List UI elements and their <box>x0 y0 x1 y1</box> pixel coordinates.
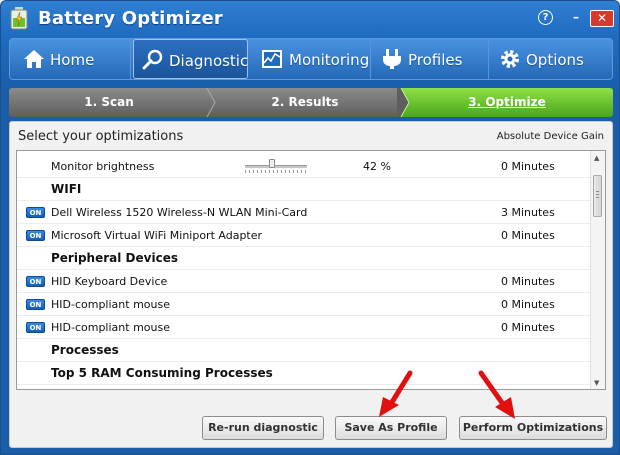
scroll-up-arrow-icon[interactable]: ▲ <box>594 154 599 162</box>
list-item[interactable]: ON HID-compliant mouse 0 Minutes <box>17 293 591 316</box>
annotation-arrow-icon <box>379 370 413 417</box>
list-item[interactable]: ON HID Keyboard Device 0 Minutes <box>17 270 591 293</box>
step-scan[interactable]: 1. Scan <box>9 88 209 117</box>
rerun-diagnostic-button[interactable]: Re-run diagnostic <box>202 416 324 440</box>
list-item[interactable]: ON Dell Wireless 1520 Wireless-N WLAN Mi… <box>17 201 591 224</box>
item-name: Monitor brightness <box>51 160 155 173</box>
section-title: WIFI <box>51 182 82 196</box>
tab-options-label: Options <box>526 51 584 69</box>
section-title: Peripheral Devices <box>51 251 178 265</box>
chart-icon <box>262 50 282 68</box>
tab-diagnostic[interactable]: Diagnostic <box>133 39 248 79</box>
item-gain: 3 Minutes <box>501 206 555 219</box>
gear-icon <box>501 50 519 68</box>
gain-column-header: Absolute Device Gain <box>496 131 604 142</box>
home-icon <box>24 50 44 68</box>
item-gain: 0 Minutes <box>501 160 555 173</box>
app-window: Battery Optimizer ? – ✕ Home Diagnostic <box>0 0 620 455</box>
optimizations-panel: Select your optimizations Absolute Devic… <box>9 121 613 448</box>
list-section-header: Peripheral Devices <box>17 247 591 270</box>
item-gain: 0 Minutes <box>501 229 555 242</box>
close-button[interactable]: ✕ <box>590 10 614 27</box>
on-toggle[interactable]: ON <box>26 299 45 310</box>
panel-title: Select your optimizations <box>18 129 184 144</box>
item-gain: 0 Minutes <box>501 298 555 311</box>
tab-home-label: Home <box>50 51 95 69</box>
window-title: Battery Optimizer <box>38 8 224 29</box>
tab-profiles-label: Profiles <box>408 51 463 69</box>
item-name: HID Keyboard Device <box>51 275 168 288</box>
step-results[interactable]: 2. Results <box>209 88 401 117</box>
plug-icon <box>383 49 401 69</box>
on-toggle[interactable]: ON <box>26 207 45 218</box>
item-name: Microsoft Virtual WiFi Miniport Adapter <box>51 229 263 242</box>
slider-thumb[interactable] <box>269 159 275 168</box>
item-gain: 0 Minutes <box>501 275 555 288</box>
step-divider <box>397 88 409 117</box>
minimize-button[interactable]: – <box>567 10 585 27</box>
item-name: HID-compliant mouse <box>51 298 170 311</box>
optimizations-list[interactable]: Monitor brightness 42 % 0 Minutes WIFI O… <box>16 150 606 390</box>
magnifier-icon <box>142 49 163 70</box>
tab-monitoring[interactable]: Monitoring <box>250 39 371 79</box>
tab-monitoring-label: Monitoring <box>289 51 370 69</box>
on-toggle[interactable]: ON <box>26 322 45 333</box>
step-divider <box>206 88 216 117</box>
list-item[interactable]: Monitor brightness 42 % 0 Minutes <box>17 155 591 178</box>
list-section-header: WIFI <box>17 178 591 201</box>
section-title: Top 5 RAM Consuming Processes <box>51 366 273 380</box>
tab-profiles[interactable]: Profiles <box>371 39 489 79</box>
scroll-down-arrow-icon[interactable]: ▼ <box>594 379 599 387</box>
item-gain: 0 Minutes <box>501 321 555 334</box>
list-section-header: Processes <box>17 339 591 362</box>
list-item[interactable]: ON HID-compliant mouse 0 Minutes <box>17 316 591 339</box>
annotation-arrow-icon <box>478 370 515 419</box>
on-toggle[interactable]: ON <box>26 276 45 287</box>
wizard-steps: 1. Scan 2. Results 3. Optimize <box>9 88 613 117</box>
brightness-slider[interactable] <box>245 159 307 173</box>
scroll-thumb[interactable] <box>593 175 602 217</box>
title-bar[interactable]: Battery Optimizer ? – ✕ <box>1 1 619 35</box>
tab-diagnostic-label: Diagnostic <box>169 52 249 70</box>
tab-home[interactable]: Home <box>10 39 131 79</box>
step-optimize[interactable]: 3. Optimize <box>401 88 613 117</box>
list-item[interactable]: ON Microsoft Virtual WiFi Miniport Adapt… <box>17 224 591 247</box>
list-scrollbar[interactable]: ▲ ▼ <box>590 151 605 389</box>
help-button[interactable]: ? <box>538 10 553 25</box>
section-title: Processes <box>51 343 119 357</box>
tab-options[interactable]: Options <box>489 39 612 79</box>
item-name: Dell Wireless 1520 Wireless-N WLAN Mini-… <box>51 206 308 219</box>
main-nav: Home Diagnostic Monitoring Profiles Opti… <box>9 38 613 80</box>
item-value: 42 % <box>363 160 391 173</box>
slider-track <box>245 165 307 168</box>
slider-ticks <box>245 170 307 173</box>
item-name: HID-compliant mouse <box>51 321 170 334</box>
battery-app-icon <box>10 7 28 30</box>
on-toggle[interactable]: ON <box>26 230 45 241</box>
